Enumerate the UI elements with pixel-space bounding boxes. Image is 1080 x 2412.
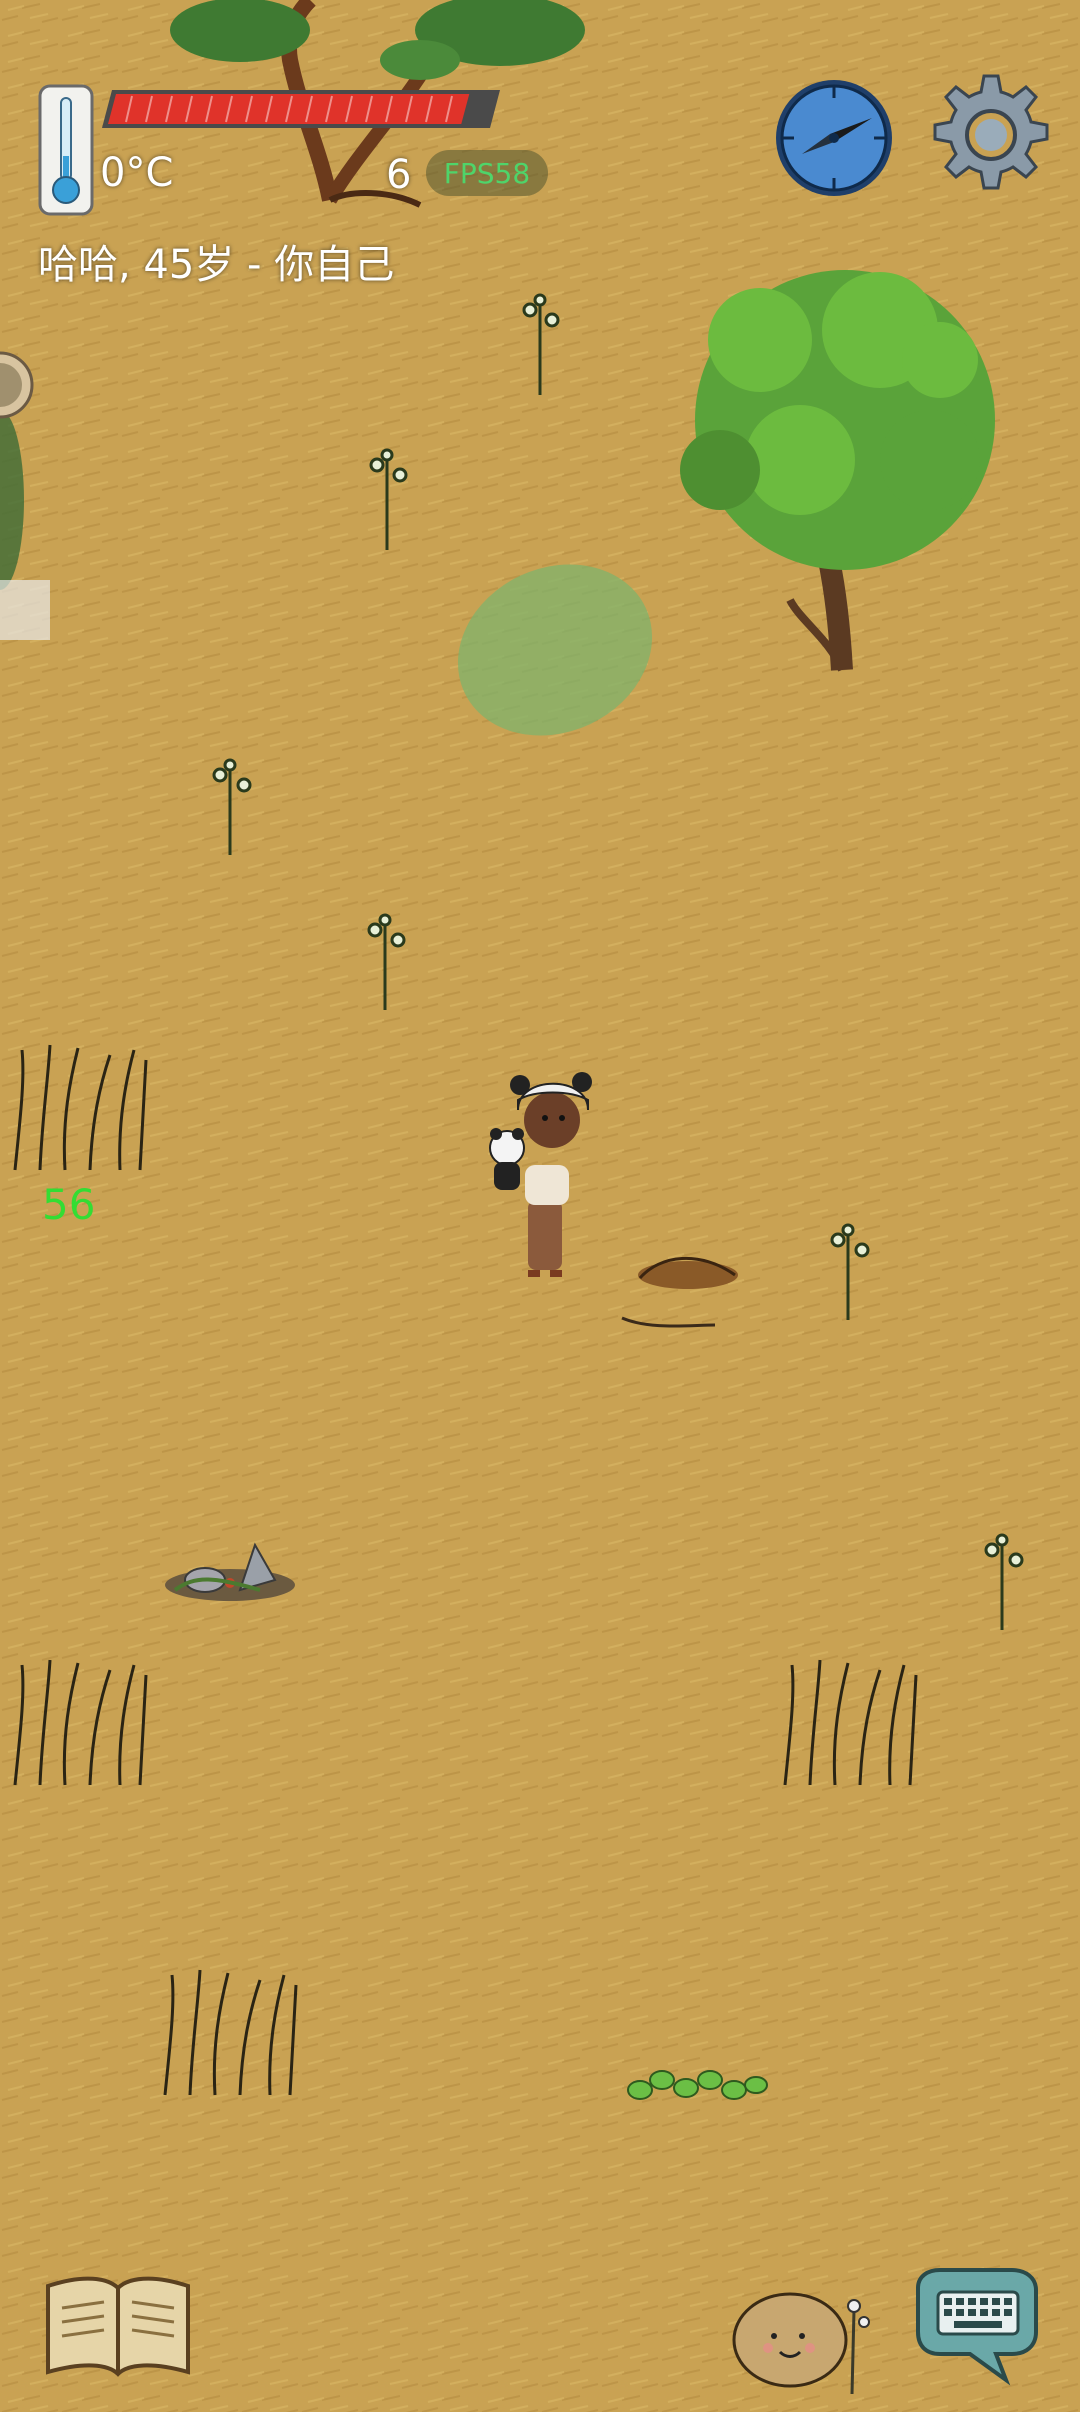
floating-number: 56 bbox=[42, 1180, 96, 1229]
fps-badge: FPS58 bbox=[426, 150, 548, 196]
sleep-side-button[interactable] bbox=[0, 350, 36, 420]
food-meter bbox=[102, 90, 500, 128]
compass-icon[interactable] bbox=[772, 76, 896, 200]
player-name-age-label: 哈哈, 45岁 - 你自己 bbox=[38, 242, 395, 288]
temperature-label: 0°C bbox=[100, 150, 174, 196]
emote-potato-icon[interactable] bbox=[730, 2270, 880, 2400]
open-book-icon[interactable] bbox=[44, 2272, 192, 2380]
game-world[interactable] bbox=[0, 0, 1080, 2412]
keyboard-chat-icon[interactable] bbox=[908, 2268, 1040, 2388]
food-count-label: 6 bbox=[386, 152, 412, 198]
gear-icon[interactable] bbox=[926, 70, 1056, 200]
thermometer-icon bbox=[38, 84, 94, 216]
